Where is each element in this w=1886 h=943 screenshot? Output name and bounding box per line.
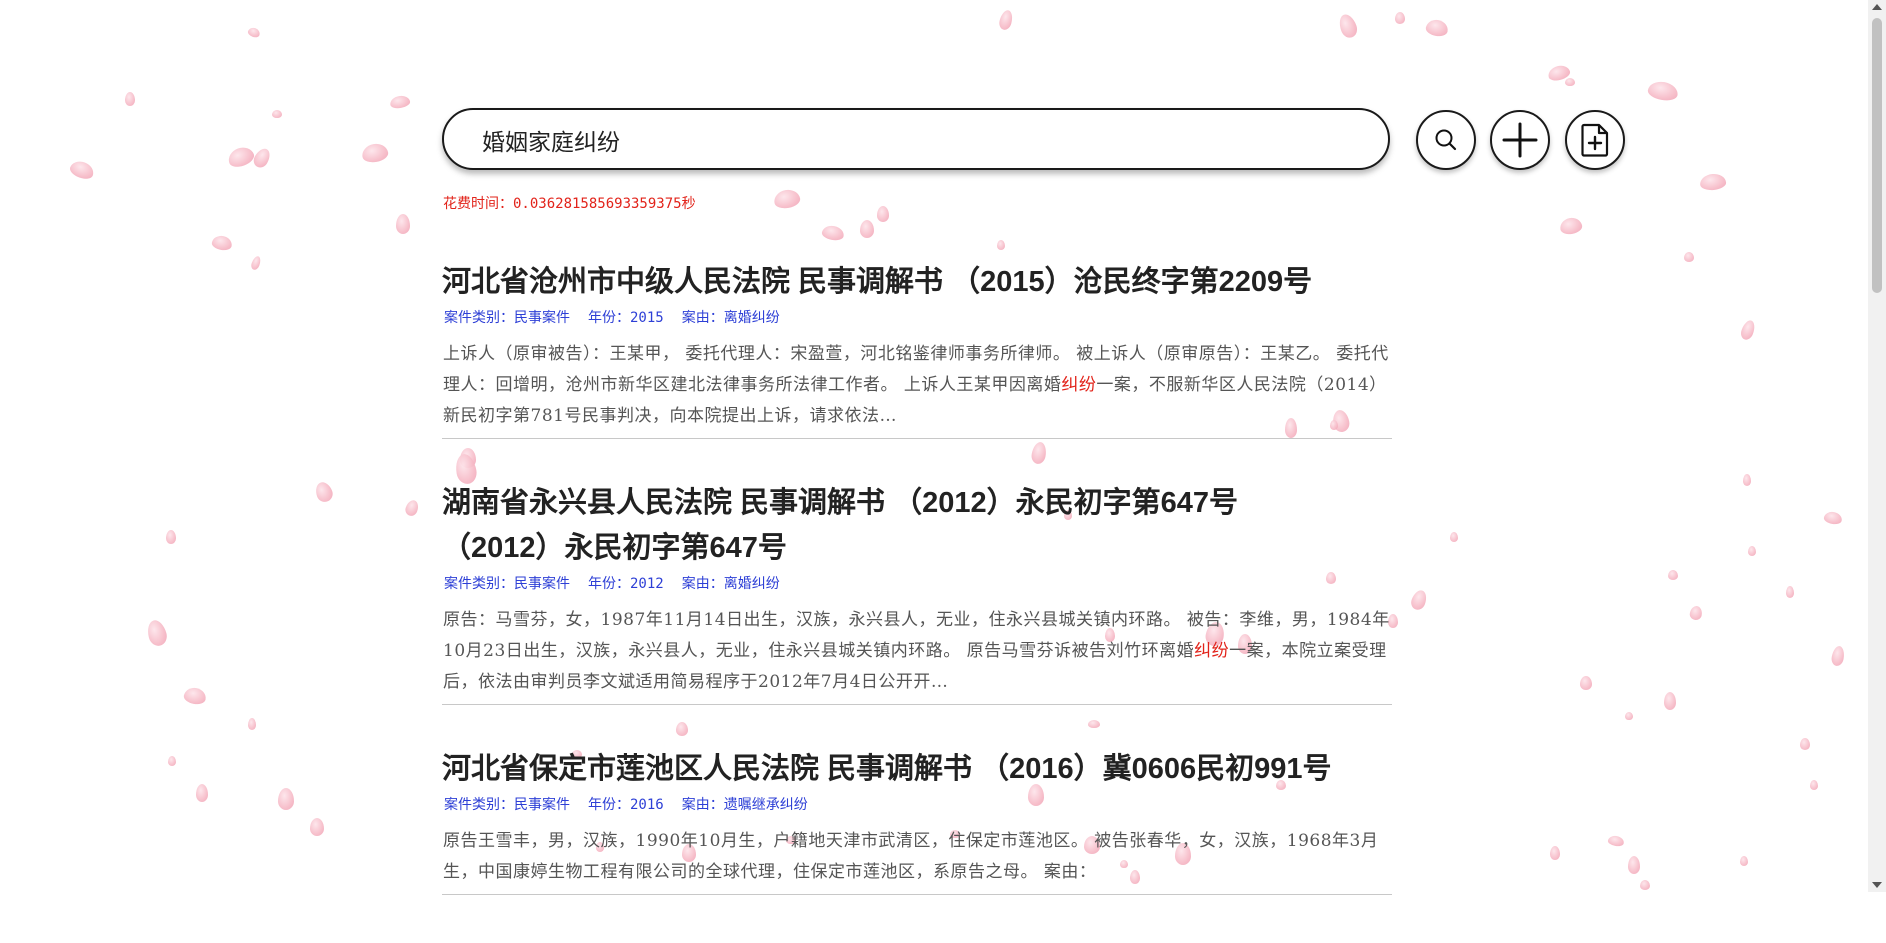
petal-decoration	[1668, 570, 1678, 580]
search-input[interactable]	[480, 120, 1344, 160]
petal-decoration	[1800, 738, 1810, 750]
result-meta: 案件类别：民事案件 年份：2012 案由：离婚纠纷	[444, 575, 1392, 593]
petal-decoration	[1664, 692, 1676, 710]
petal-decoration	[772, 187, 802, 211]
petal-decoration	[250, 145, 274, 171]
case-year: 年份：2012	[588, 576, 664, 592]
petal-decoration	[1546, 63, 1572, 83]
petal-decoration	[877, 206, 889, 222]
petal-decoration	[860, 220, 874, 238]
result-snippet: 原告王雪丰，男，汉族，1990年10月生，户籍地天津市武清区，住保定市莲池区。 …	[443, 831, 1379, 882]
petal-decoration	[166, 530, 176, 544]
petal-decoration	[1550, 846, 1560, 860]
petal-decoration	[1823, 510, 1843, 526]
petal-decoration	[1748, 546, 1756, 556]
petal-decoration	[1743, 474, 1751, 486]
case-cause: 案由：遗嘱继承纠纷	[681, 797, 808, 813]
petal-decoration	[1688, 605, 1704, 621]
petal-decoration	[144, 618, 170, 648]
petal-decoration	[1580, 676, 1592, 690]
results-list: 河北省沧州市中级人民法院 民事调解书 （2015）沧民终字第2209号 案件类别…	[442, 260, 1392, 943]
petal-decoration	[210, 234, 234, 252]
petal-decoration	[1565, 78, 1575, 86]
petal-decoration	[389, 94, 411, 110]
petal-decoration	[1625, 712, 1633, 720]
result-title[interactable]: 湖南省永兴县人民法院 民事调解书 （2012）永民初字第647号 （2012）永…	[442, 481, 1272, 571]
petal-decoration	[1699, 172, 1727, 192]
petal-decoration	[1628, 856, 1640, 874]
result-item: 湖南省永兴县人民法院 民事调解书 （2012）永民初字第647号 （2012）永…	[442, 481, 1392, 705]
petal-decoration	[1558, 216, 1584, 236]
petal-decoration	[1395, 12, 1405, 24]
petal-decoration	[1450, 532, 1458, 542]
result-title[interactable]: 河北省沧州市中级人民法院 民事调解书 （2015）沧民终字第2209号	[442, 260, 1392, 305]
result-item: 河北省保定市莲池区人民法院 民事调解书 （2016）冀0606民初991号 案件…	[442, 747, 1392, 895]
elapsed-time: 花费时间：0.036281585693359375秒	[443, 196, 696, 212]
keyword-highlight: 纠纷	[1061, 375, 1097, 395]
petal-decoration	[1607, 834, 1625, 848]
petal-decoration	[225, 144, 257, 170]
case-year: 年份：2016	[588, 797, 664, 813]
petal-decoration	[125, 92, 135, 106]
petal-decoration	[310, 818, 324, 836]
petal-decoration	[820, 224, 846, 242]
petal-decoration	[1409, 588, 1429, 612]
result-item: 河北省沧州市中级人民法院 民事调解书 （2015）沧民终字第2209号 案件类别…	[442, 260, 1392, 439]
result-snippet: 原告：马雪芬，女，1987年11月14日出生，汉族，永兴县人，无业，住永兴县城关…	[443, 610, 1390, 692]
case-year: 年份：2015	[588, 310, 664, 326]
result-snippet: 上诉人（原审被告）：王某甲， 委托代理人：宋盈萱，河北铭鉴律师事务所律师。 被上…	[443, 344, 1389, 426]
petal-decoration	[1786, 586, 1794, 598]
petal-decoration	[1684, 252, 1694, 262]
petal-decoration	[272, 110, 282, 118]
case-cause: 案由：离婚纠纷	[681, 576, 780, 592]
search-button[interactable]	[1416, 110, 1476, 170]
petal-decoration	[997, 240, 1005, 250]
petal-decoration	[1424, 18, 1450, 38]
file-add-icon	[1581, 123, 1609, 157]
petal-decoration	[1646, 79, 1680, 103]
petal-decoration	[246, 26, 262, 39]
case-type: 案件类别：民事案件	[444, 310, 570, 326]
scroll-down-arrow-icon[interactable]	[1872, 882, 1882, 888]
petal-decoration	[403, 498, 421, 518]
page-scrollbar[interactable]	[1868, 0, 1886, 892]
petal-decoration	[997, 8, 1015, 32]
case-cause: 案由：离婚纠纷	[681, 310, 780, 326]
petal-decoration	[249, 255, 263, 271]
petal-decoration	[313, 479, 335, 505]
petal-decoration	[168, 756, 176, 766]
scroll-up-arrow-icon[interactable]	[1872, 4, 1882, 10]
case-type: 案件类别：民事案件	[444, 797, 570, 813]
petal-decoration	[360, 141, 390, 165]
petal-decoration	[1810, 780, 1818, 790]
petal-decoration	[248, 718, 256, 730]
petal-decoration	[1336, 11, 1360, 41]
search-icon	[1435, 129, 1457, 151]
petal-decoration	[1830, 645, 1846, 667]
result-meta: 案件类别：民事案件 年份：2016 案由：遗嘱继承纠纷	[444, 796, 1392, 814]
petal-decoration	[1640, 880, 1650, 890]
keyword-highlight: 纠纷	[1194, 641, 1230, 661]
add-file-button[interactable]	[1565, 110, 1625, 170]
petal-decoration	[67, 158, 97, 182]
petal-decoration	[182, 686, 208, 706]
petal-decoration	[278, 788, 294, 810]
add-button[interactable]	[1490, 110, 1550, 170]
plus-icon	[1502, 122, 1538, 158]
result-title[interactable]: 河北省保定市莲池区人民法院 民事调解书 （2016）冀0606民初991号	[442, 747, 1392, 792]
petal-decoration	[1738, 318, 1758, 342]
search-bar	[442, 108, 1390, 170]
result-meta: 案件类别：民事案件 年份：2015 案由：离婚纠纷	[444, 309, 1392, 327]
case-type: 案件类别：民事案件	[444, 576, 570, 592]
petal-decoration	[1740, 856, 1748, 866]
scroll-thumb[interactable]	[1872, 18, 1882, 293]
petal-decoration	[396, 214, 410, 234]
petal-decoration	[196, 784, 208, 802]
